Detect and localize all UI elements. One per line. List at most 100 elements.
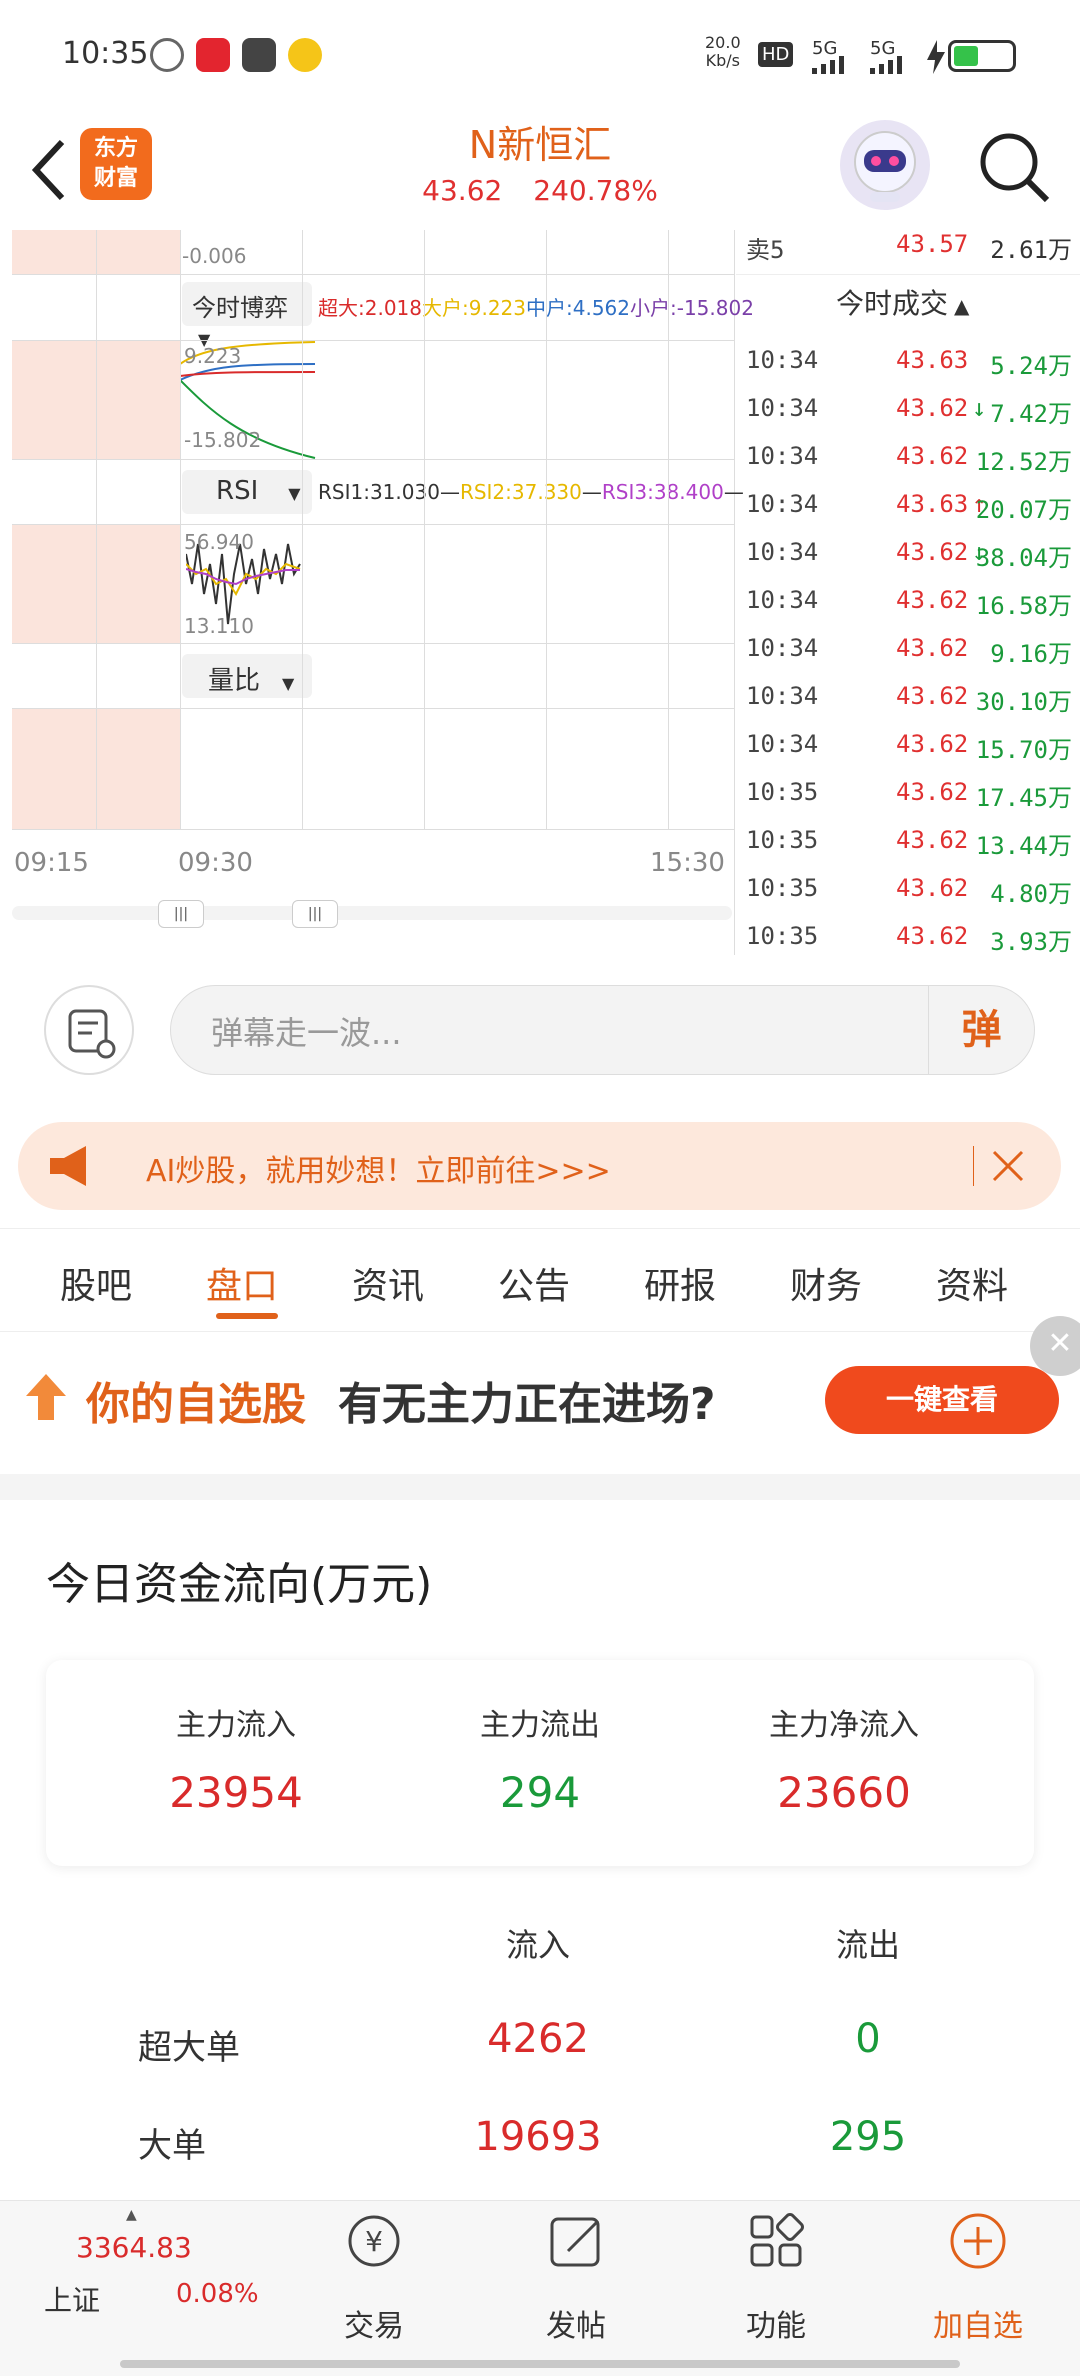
trade-price: 43.62 [896, 682, 969, 710]
trade-volume: 4.80万 [990, 880, 1072, 908]
intraday-chart[interactable]: -0.006 今时博弈▼ 超大:2.018大户:9.223中户:4.562小户:… [0, 230, 754, 955]
trade-list-header[interactable]: 今时成交 ▲ [836, 282, 969, 322]
indicator2-axis-bottom: 13.110 [184, 614, 254, 638]
trade-price: 43.62 [896, 586, 969, 614]
tab-announcements[interactable]: 公告 [498, 1257, 570, 1309]
close-icon[interactable] [988, 1146, 1028, 1186]
flow-row-large-out: 295 [829, 2114, 907, 2160]
trade-time: 10:34 [746, 634, 819, 662]
time-axis-start: 09:15 [14, 848, 89, 878]
trade-time: 10:34 [746, 538, 819, 566]
flow-col-in: 流入 [505, 1926, 570, 1964]
active-tab-indicator [216, 1313, 278, 1319]
trade-row: 10:34 43.62 12.52万 [746, 442, 1080, 490]
danmu-input[interactable]: 弹幕走一波... [170, 985, 1035, 1075]
section-separator [0, 1474, 1080, 1500]
ai-robot-avatar[interactable] [840, 120, 930, 210]
hd-badge: HD [758, 42, 794, 67]
time-axis-open: 09:30 [178, 848, 253, 878]
tab-pankou[interactable]: 盘口 [206, 1257, 278, 1309]
range-slider-track[interactable] [12, 906, 732, 920]
tab-guba[interactable]: 股吧 [60, 1257, 132, 1309]
indicator-select-volume-ratio[interactable]: 量比 ▼ [182, 654, 312, 698]
trade-volume: 20.07万 [975, 496, 1072, 524]
grid-line-v4 [424, 230, 425, 830]
eastmoney-logo: 东方 财富 [80, 128, 152, 200]
range-slider-right-handle[interactable]: ||| [292, 900, 338, 928]
stock-price: 43.62 [422, 174, 503, 207]
range-slider-left-handle[interactable]: ||| [158, 900, 204, 928]
nav-index-shanghai[interactable]: ▲ 3364.83 上证 0.08% [0, 2201, 259, 2351]
trade-row: 10:35 43.62 4.80万 [746, 874, 1080, 922]
indicator-select-rsi[interactable]: RSI ▼ [182, 470, 312, 514]
indicator2-legend: RSI1:31.030—RSI2:37.330—RSI3:38.400— [318, 480, 744, 504]
tab-news[interactable]: 资讯 [352, 1257, 424, 1309]
index-value: 3364.83 [76, 2231, 192, 2264]
danmu-button[interactable]: 弹 [928, 985, 1034, 1075]
tab-bar: 股吧 盘口 资讯 公告 研报 财务 资料 [0, 1228, 1080, 1332]
trade-price: 43.62 [896, 538, 969, 566]
tab-research[interactable]: 研报 [644, 1257, 716, 1309]
trade-time: 10:34 [746, 442, 819, 470]
trade-row: 10:34 43.62 30.10万 [746, 682, 1080, 730]
tick-trade-list[interactable]: 卖5 43.57 2.61万 今时成交 ▲ 10:34 43.63 5.24万 10:3… [736, 230, 1080, 956]
nav-add-watchlist[interactable]: 加自选 [878, 2201, 1078, 2351]
trade-row: 10:34 43.62 ↓ 38.04万 [746, 538, 1080, 586]
charging-icon [927, 40, 945, 74]
trade-row: 10:34 43.63 ↑ 20.07万 [746, 490, 1080, 538]
trade-price: 43.62 [896, 826, 969, 854]
time-axis-close: 15:30 [650, 848, 725, 878]
trade-icon: ¥ [348, 2215, 400, 2267]
ai-banner-text: AI炒股，就用妙想！立即前往>>> [146, 1154, 611, 1189]
net-speed: 20.0 Kb/s [705, 33, 741, 70]
trade-volume: 13.44万 [975, 832, 1072, 860]
trade-price: 43.63 [896, 490, 969, 518]
edit-icon [550, 2217, 600, 2267]
capital-flow-title: 今日资金流向(万元) [46, 1559, 433, 1610]
home-indicator[interactable] [120, 2360, 960, 2368]
nav-trade[interactable]: ¥ 交易 [274, 2201, 474, 2351]
main-outflow: 主力流出 294 [480, 1708, 600, 1817]
trade-volume: 7.42万 [990, 400, 1072, 428]
sell5-row: 卖5 43.57 2.61万 [746, 230, 1072, 264]
promo-ad[interactable]: 你的自选股 有无主力正在进场? 一键查看 [0, 1332, 1080, 1472]
nav-function[interactable]: 功能 [676, 2201, 876, 2351]
trade-price: 43.62 [896, 394, 969, 422]
trade-time: 10:34 [746, 682, 819, 710]
flow-row-large-label: 大单 [138, 2126, 206, 2166]
index-name: 上证 [44, 2284, 101, 2317]
trade-volume: 9.16万 [990, 640, 1072, 668]
plus-circle-icon [950, 2213, 1006, 2269]
indicator1-legend: 超大:2.018大户:9.223中户:4.562小户:-15.802 [318, 296, 754, 320]
grid-line-v5 [546, 230, 547, 830]
flow-row-super-large-in: 4262 [487, 2016, 589, 2062]
grid-line-v6 [668, 230, 669, 830]
flow-row-large-in: 19693 [474, 2114, 602, 2160]
stock-change-pct: 240.78% [533, 174, 658, 207]
search-icon[interactable] [975, 128, 1055, 208]
svg-text:¥: ¥ [365, 2225, 383, 2258]
ai-promo-banner[interactable]: AI炒股，就用妙想！立即前往>>> [18, 1122, 1061, 1210]
trade-volume: 5.24万 [990, 352, 1072, 380]
grid-line-v2 [180, 230, 181, 830]
trade-volume: 17.45万 [975, 784, 1072, 812]
status-time: 10:35 [62, 36, 149, 71]
tab-finance[interactable]: 财务 [790, 1257, 862, 1309]
trade-volume: 3.93万 [990, 928, 1072, 956]
trade-row: 10:35 43.62 17.45万 [746, 778, 1080, 826]
caret-up-icon: ▲ [126, 2207, 137, 2223]
trade-row: 10:34 43.63 5.24万 [746, 346, 1080, 394]
trade-time: 10:35 [746, 922, 819, 950]
ad-check-button[interactable]: 一键查看 [825, 1366, 1059, 1434]
trade-price: 43.62 [896, 442, 969, 470]
banner-divider [973, 1146, 974, 1186]
nav-post[interactable]: 发帖 [476, 2201, 676, 2351]
indicator-select-game[interactable]: 今时博弈▼ [182, 282, 312, 349]
back-icon[interactable] [20, 130, 80, 210]
sort-up-icon: ▲ [954, 294, 970, 318]
mail-app-icon [242, 38, 276, 72]
comment-settings-icon[interactable] [44, 985, 134, 1075]
indicator3-panel [12, 708, 734, 830]
video-app-icon [288, 38, 322, 72]
tab-profile[interactable]: 资料 [936, 1257, 1008, 1309]
